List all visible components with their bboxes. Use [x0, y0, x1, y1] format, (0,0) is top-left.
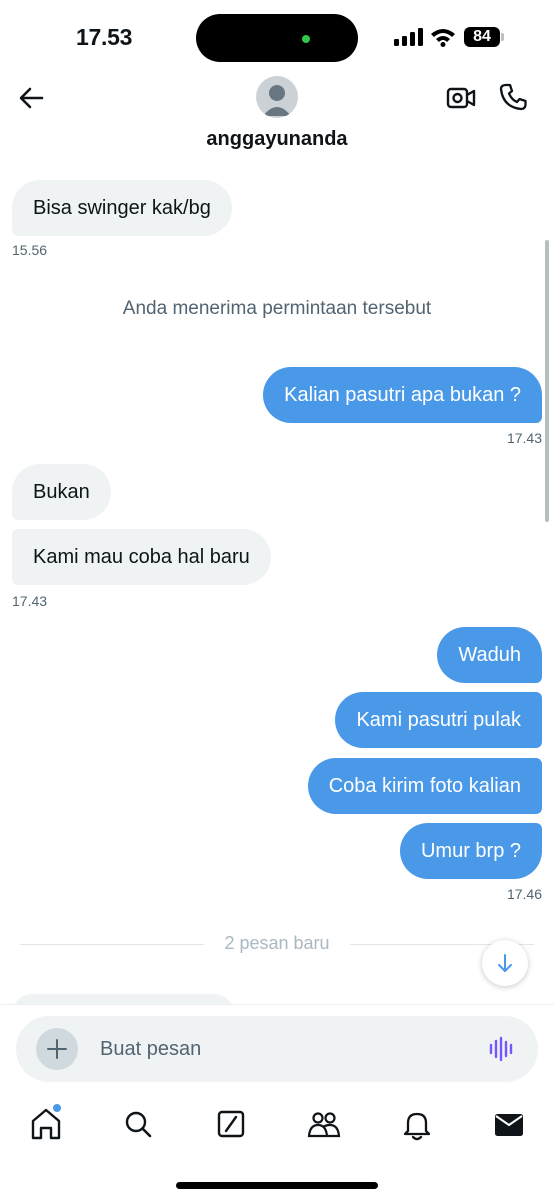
plus-icon [47, 1039, 67, 1059]
message-bubble-incoming[interactable]: Bisa swinger kak/bg [12, 180, 232, 236]
bell-icon [403, 1112, 431, 1141]
contact-name[interactable]: anggayunanda [0, 128, 554, 151]
message-timestamp: 15.56 [12, 242, 48, 258]
tab-search[interactable] [120, 1104, 156, 1144]
arrow-down-icon [498, 954, 512, 972]
video-camera-icon [446, 87, 476, 109]
voice-wave-icon [489, 1036, 513, 1062]
message-bubble-incoming[interactable]: Bukan [12, 464, 111, 520]
message-bubble-incoming[interactable]: Kami mau coba hal baru [12, 529, 271, 585]
home-indicator[interactable] [176, 1182, 378, 1189]
dynamic-island [196, 14, 358, 62]
back-button[interactable] [16, 82, 48, 114]
arrow-left-icon [19, 87, 44, 109]
message-bubble-outgoing[interactable]: Coba kirim foto kalian [307, 758, 542, 814]
message-timestamp: 17.43 [12, 593, 48, 609]
wifi-icon [431, 29, 455, 47]
status-time: 17.53 [76, 24, 133, 50]
tab-messages[interactable] [491, 1104, 527, 1144]
camera-indicator-dot [302, 35, 310, 43]
message-bubble-outgoing[interactable]: Kalian pasutri apa bukan ? [263, 367, 542, 423]
video-call-button[interactable] [446, 84, 476, 112]
grok-icon [217, 1110, 245, 1138]
system-message: Anda menerima permintaan tersebut [122, 298, 432, 319]
battery-icon: 84 [464, 27, 500, 47]
communities-icon [307, 1112, 341, 1138]
notification-dot [53, 1104, 61, 1112]
message-bubble-outgoing[interactable]: Umur brp ? [399, 823, 542, 879]
message-bubble-outgoing[interactable]: Kami pasutri pulak [335, 692, 542, 748]
attach-button[interactable] [36, 1028, 78, 1070]
scrollbar[interactable] [545, 240, 549, 522]
message-timestamp: 17.43 [506, 430, 542, 446]
scroll-to-bottom-button[interactable] [482, 940, 528, 986]
tab-communities[interactable] [306, 1104, 342, 1144]
voice-call-button[interactable] [498, 82, 528, 112]
message-bubble-outgoing[interactable]: Waduh [437, 627, 542, 683]
message-timestamp: 17.46 [506, 886, 542, 902]
tab-grok[interactable] [213, 1104, 249, 1144]
voice-message-button[interactable] [488, 1036, 516, 1062]
signal-icon [394, 28, 423, 46]
search-icon [125, 1111, 152, 1138]
avatar[interactable] [256, 76, 298, 118]
phone-icon [499, 83, 527, 111]
message-input[interactable] [100, 1026, 470, 1072]
mail-icon [495, 1114, 523, 1136]
default-avatar-icon [263, 85, 291, 116]
battery-tip [501, 33, 504, 41]
tab-notifications[interactable] [399, 1104, 435, 1144]
